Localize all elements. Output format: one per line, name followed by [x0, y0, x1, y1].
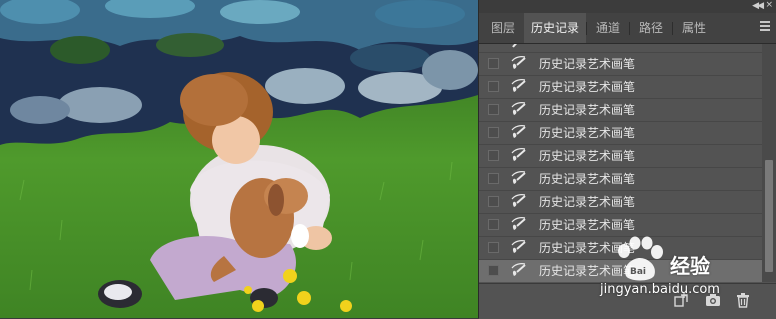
history-scrollbar[interactable]	[762, 44, 776, 282]
panel-menu-icon[interactable]	[760, 21, 770, 33]
history-item-partial[interactable]	[479, 44, 762, 53]
history-brush-icon	[511, 263, 526, 276]
trash-icon[interactable]	[735, 292, 751, 308]
history-source-checkbox[interactable]	[488, 150, 499, 161]
history-item-label: 历史记录艺术画笔	[539, 126, 636, 140]
scrollbar-thumb[interactable]	[765, 160, 773, 272]
history-item-label: 历史记录艺术画笔	[539, 57, 636, 71]
tab-properties[interactable]: 属性	[673, 13, 715, 43]
history-item[interactable]: 历史记录艺术画笔	[479, 76, 762, 99]
history-brush-icon	[511, 240, 526, 253]
close-panel-icon[interactable]: ×	[765, 0, 773, 11]
history-source-checkbox[interactable]	[488, 104, 499, 115]
history-source-checkbox[interactable]	[488, 58, 499, 69]
history-item-label: 历史记录艺术画笔	[539, 172, 636, 186]
panel-tab-bar: 图层 历史记录 通道 路径 属性	[479, 13, 776, 44]
history-source-checkbox[interactable]	[488, 81, 499, 92]
watermark-text: 经验	[670, 254, 710, 278]
history-item[interactable]: 历史记录艺术画笔	[479, 122, 762, 145]
history-item[interactable]: 历史记录艺术画笔	[479, 145, 762, 168]
history-item[interactable]: 历史记录艺术画笔	[479, 191, 762, 214]
history-brush-icon	[511, 194, 526, 207]
history-item-label: 历史记录艺术画笔	[539, 149, 636, 163]
history-source-checkbox[interactable]	[488, 265, 499, 276]
history-item-label: 历史记录艺术画笔	[539, 218, 636, 232]
baidu-paw-logo: Bai	[618, 236, 663, 281]
tab-history[interactable]: 历史记录	[524, 13, 586, 43]
collapse-panel-icon[interactable]: ◀◀	[752, 1, 764, 12]
history-source-checkbox[interactable]	[488, 173, 499, 184]
history-item[interactable]: 历史记录艺术画笔	[479, 53, 762, 76]
baidu-logo-text: Bai	[630, 267, 646, 277]
history-brush-icon	[511, 56, 526, 69]
tab-paths[interactable]: 路径	[630, 13, 672, 43]
history-brush-icon	[511, 148, 526, 161]
tab-channels[interactable]: 通道	[587, 13, 629, 43]
photo-artwork	[0, 0, 478, 318]
history-brush-icon	[511, 102, 526, 115]
watermark-url: jingyan.baidu.com	[600, 282, 720, 297]
history-item-label: 历史记录艺术画笔	[539, 103, 636, 117]
history-item-label: 历史记录艺术画笔	[539, 80, 636, 94]
history-brush-icon	[511, 171, 526, 184]
history-item[interactable]: 历史记录艺术画笔	[479, 214, 762, 237]
history-source-checkbox[interactable]	[488, 219, 499, 230]
tab-layers[interactable]: 图层	[483, 13, 523, 43]
history-brush-icon	[511, 125, 526, 138]
panel-title-strip: ◀◀ ×	[479, 0, 776, 13]
history-source-checkbox[interactable]	[488, 242, 499, 253]
history-item[interactable]: 历史记录艺术画笔	[479, 168, 762, 191]
history-source-checkbox[interactable]	[488, 196, 499, 207]
history-brush-icon	[512, 44, 517, 48]
history-item[interactable]: 历史记录艺术画笔	[479, 99, 762, 122]
history-item-label: 历史记录艺术画笔	[539, 195, 636, 209]
document-canvas[interactable]	[0, 0, 478, 318]
history-source-checkbox[interactable]	[488, 127, 499, 138]
history-brush-icon	[511, 217, 526, 230]
history-brush-icon	[511, 79, 526, 92]
